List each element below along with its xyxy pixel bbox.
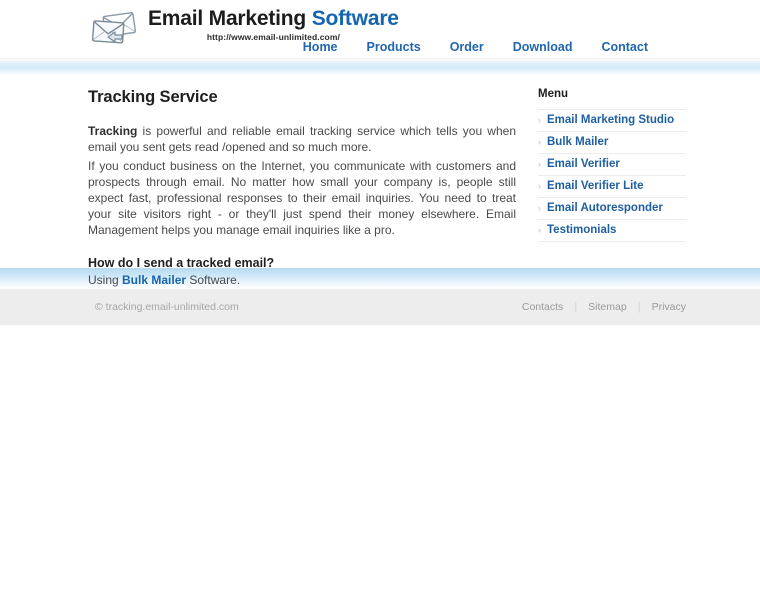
sidebar-item-testimonials[interactable]: Testimonials (547, 223, 616, 237)
nav-item-home[interactable]: Home (303, 40, 338, 54)
sidebar-item-email-verifier-lite[interactable]: Email Verifier Lite (547, 179, 644, 193)
logo-text: Email Marketing Software http://www.emai… (148, 7, 399, 42)
nav-item-order[interactable]: Order (450, 40, 484, 54)
footer-separator: | (637, 301, 641, 313)
footer-links: Contacts | Sitemap | Privacy (522, 301, 686, 313)
nav-item-products[interactable]: Products (367, 40, 421, 54)
logo-title: Email Marketing Software (148, 7, 399, 30)
chevron-right-icon: › (538, 115, 541, 125)
intro-paragraph-text: is powerful and reliable email tracking … (88, 124, 516, 154)
howto-line: Using Bulk Mailer Software. (88, 272, 516, 288)
intro-lead-word: Tracking (88, 124, 138, 138)
howto-prefix: Using (88, 273, 123, 287)
logo-title-blue: Software (311, 7, 399, 30)
chevron-right-icon: › (538, 181, 541, 191)
main-column: Tracking Service Tracking is powerful an… (88, 88, 516, 288)
sidebar-item-bulk-mailer[interactable]: Bulk Mailer (547, 135, 608, 149)
footer-inner: © tracking.email-unlimited.com Contacts … (95, 289, 686, 325)
sidebar-item-email-autoresponder[interactable]: Email Autoresponder (547, 201, 663, 215)
page-root: Email Marketing Software http://www.emai… (0, 0, 760, 600)
footer-link-sitemap[interactable]: Sitemap (588, 301, 627, 313)
howto-suffix: Software. (186, 273, 241, 287)
list-item[interactable]: › Bulk Mailer (538, 132, 686, 154)
nav-item-download[interactable]: Download (513, 40, 573, 54)
intro-paragraph: Tracking is powerful and reliable email … (88, 123, 516, 155)
header-gradient-band (0, 58, 760, 75)
list-item[interactable]: › Email Verifier Lite (538, 176, 686, 198)
footer-link-contacts[interactable]: Contacts (522, 301, 563, 313)
logo-title-dark: Email Marketing (148, 7, 307, 30)
sidebar-heading: Menu (538, 88, 569, 100)
body-paragraph: If you conduct business on the Internet,… (88, 159, 516, 237)
list-item[interactable]: › Email Marketing Studio (538, 109, 686, 132)
footer-separator: | (574, 301, 578, 313)
content-area: Tracking Service Tracking is powerful an… (0, 75, 760, 287)
sidebar-item-email-verifier[interactable]: Email Verifier (547, 157, 620, 171)
page-title: Tracking Service (88, 88, 218, 106)
sidebar: Menu › Email Marketing Studio › Bulk Maile… (538, 88, 686, 242)
page-blank-area (0, 325, 760, 598)
chevron-right-icon: › (538, 225, 541, 235)
main-navigation: Home Products Order Download Contact (303, 40, 648, 54)
chevron-right-icon: › (538, 203, 541, 213)
site-header: Email Marketing Software http://www.emai… (0, 0, 760, 58)
list-item[interactable]: › Email Autoresponder (538, 198, 686, 220)
sidebar-menu: › Email Marketing Studio › Bulk Mailer › Em… (538, 109, 686, 242)
list-item[interactable]: › Email Verifier (538, 154, 686, 176)
footer-link-privacy[interactable]: Privacy (652, 301, 686, 313)
nav-item-contact[interactable]: Contact (601, 40, 648, 54)
chevron-right-icon: › (538, 137, 541, 147)
chevron-right-icon: › (538, 159, 541, 169)
section-subtitle: How do I send a tracked email? (88, 256, 275, 270)
site-footer: © tracking.email-unlimited.com Contacts … (0, 289, 760, 325)
copyright-text: © tracking.email-unlimited.com (95, 301, 239, 313)
sidebar-item-email-marketing-studio[interactable]: Email Marketing Studio (547, 113, 674, 127)
bulk-mailer-link[interactable]: Bulk Mailer (122, 273, 186, 287)
list-item[interactable]: › Testimonials (538, 220, 686, 242)
envelopes-icon (88, 9, 144, 51)
